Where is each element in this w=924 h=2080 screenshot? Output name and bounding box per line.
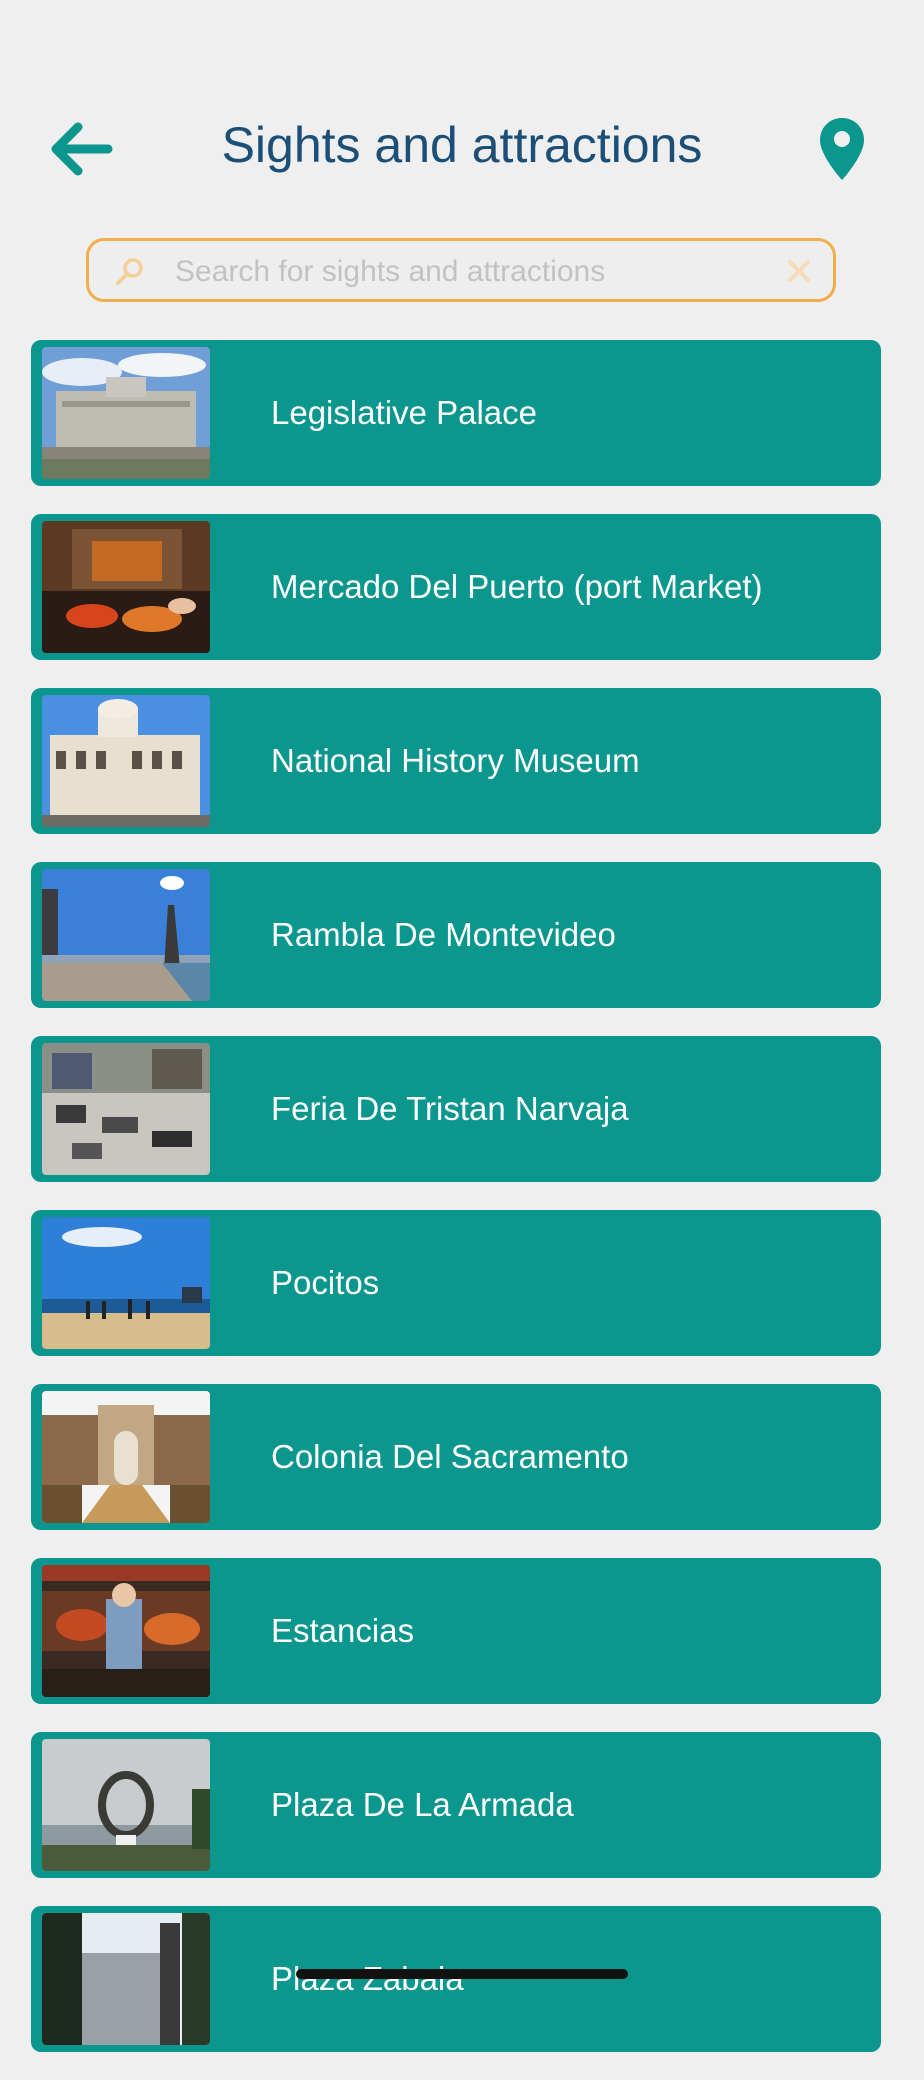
list-item[interactable]: Pocitos [31,1210,881,1356]
list-item-label: Plaza Zabala [271,1906,464,2052]
list-item-label: Estancias [271,1612,415,1649]
national-history-museum-photo [42,695,210,827]
mercado-del-puerto-photo [42,521,210,653]
list-item-label: Pocitos [271,1264,380,1301]
list-item-label: Mercado Del Puerto (port Market) [271,568,763,605]
home-indicator[interactable] [296,1969,628,1979]
feria-de-tristan-narvaja-photo [42,1043,210,1175]
list-item[interactable]: Mercado Del Puerto (port Market) [31,514,881,660]
list-item-label: Legislative Palace [271,394,537,431]
plaza-de-la-armada-photo [42,1739,210,1871]
estancias-photo [42,1565,210,1697]
page-title: Sights and attractions [221,117,703,173]
colonia-del-sacramento-photo [42,1391,210,1523]
list-item[interactable]: Colonia Del Sacramento [31,1384,881,1530]
search-input[interactable] [173,247,737,297]
list-item[interactable]: Plaza De La Armada [31,1732,881,1878]
close-icon [788,260,810,282]
list-item-label: Colonia Del Sacramento [271,1438,629,1475]
list-item-label: Feria De Tristan Narvaja [271,1090,629,1127]
list-item[interactable]: Legislative Palace [31,340,881,486]
list-item[interactable]: Rambla De Montevideo [31,862,881,1008]
list-item-label: National History Museum [271,742,640,779]
list-item[interactable]: Estancias [31,1558,881,1704]
search-bar [86,238,836,302]
search-icon [116,258,143,285]
list-item-label: Plaza De La Armada [271,1786,574,1823]
list-item-label: Rambla De Montevideo [271,916,616,953]
map-pin-icon [820,118,864,180]
app-header: Sights and attractions [0,0,924,230]
list-item[interactable]: Feria De Tristan Narvaja [31,1036,881,1182]
pocitos-photo [42,1217,210,1349]
clear-search-button[interactable] [783,255,815,287]
rambla-de-montevideo-photo [42,869,210,1001]
map-button[interactable] [812,112,872,186]
legislative-palace-photo [42,347,210,479]
attractions-list: Legislative Palace Mercado Del Puerto (p… [31,340,881,2080]
list-item[interactable]: National History Museum [31,688,881,834]
plaza-zabala-photo [42,1913,210,2045]
list-item[interactable]: Plaza Zabala [31,1906,881,2052]
